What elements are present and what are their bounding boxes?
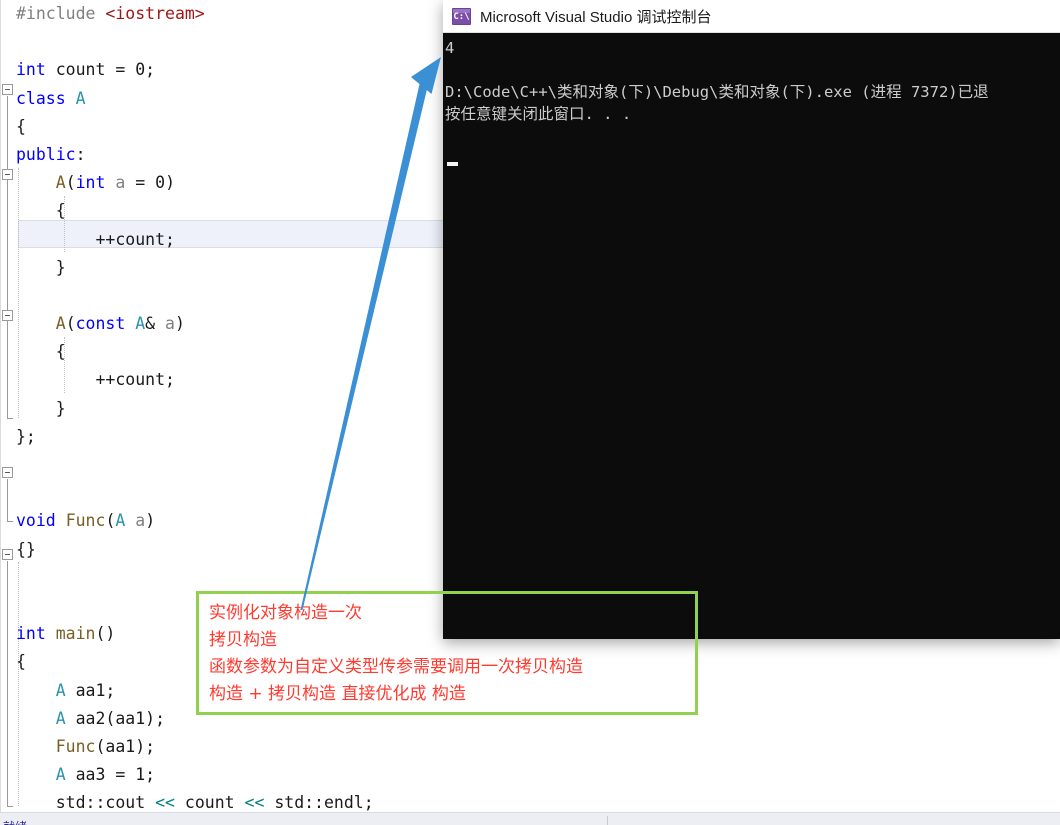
annotation-box: 实例化对象构造一次 拷贝构造 函数参数为自定义类型传参需要调用一次拷贝构造 构造… xyxy=(196,591,698,715)
fold-toggle-ctor-copy[interactable] xyxy=(2,310,13,321)
fold-toggle-class-a[interactable] xyxy=(2,84,13,95)
console-program-output: 4 xyxy=(445,39,455,57)
console-window[interactable]: C:\ Microsoft Visual Studio 调试控制台 4 D:\C… xyxy=(443,0,1060,639)
code-token: 0 xyxy=(135,60,146,80)
code-token: count xyxy=(174,793,245,812)
code-token: <iostream> xyxy=(105,4,205,23)
code-token: ; xyxy=(145,60,156,80)
screen: #include <iostream> int count = 0; class A… xyxy=(0,0,1060,825)
code-token: A xyxy=(55,314,66,334)
code-token: class xyxy=(16,88,66,108)
code-token: count = xyxy=(45,60,136,80)
code-token: { xyxy=(55,201,66,221)
code-token: std::endl; xyxy=(264,793,374,812)
code-token: = xyxy=(125,173,156,193)
code-token: () xyxy=(95,624,116,644)
code-token: public xyxy=(16,144,76,164)
code-line[interactable]: A aa3 = 1; xyxy=(16,761,1060,789)
code-token: }; xyxy=(16,426,36,446)
code-token: ( xyxy=(105,511,116,531)
status-bar: 就绪 xyxy=(0,812,1060,825)
code-token: & xyxy=(145,314,166,334)
code-token: { xyxy=(16,116,26,136)
annotation-line: 拷贝构造 xyxy=(209,630,277,650)
code-token: << xyxy=(155,793,175,812)
code-token: 0 xyxy=(155,173,166,193)
fold-bracket-end xyxy=(7,418,13,419)
fold-bracket-line xyxy=(7,96,8,418)
code-line[interactable]: std::cout << count << std::endl; xyxy=(16,789,1060,812)
code-line[interactable]: Func(aa1); xyxy=(16,733,1060,761)
fold-bracket-end xyxy=(7,806,13,807)
annotation-line: 实例化对象构造一次 xyxy=(209,603,362,623)
code-token: a xyxy=(115,173,126,193)
code-token: {} xyxy=(16,539,36,559)
code-token: ) xyxy=(145,511,156,531)
status-bar-divider xyxy=(607,816,608,825)
code-token: A xyxy=(55,765,66,785)
code-token: } xyxy=(55,398,66,418)
console-title-label: Microsoft Visual Studio 调试控制台 xyxy=(480,8,712,26)
code-token: Func xyxy=(55,736,96,756)
code-token: A xyxy=(55,173,66,193)
fold-toggle-main[interactable] xyxy=(2,549,13,560)
code-token: A xyxy=(75,88,86,108)
code-token: ( xyxy=(65,173,76,193)
fold-bracket-line xyxy=(7,479,8,521)
console-app-icon: C:\ xyxy=(452,7,471,25)
code-token: : xyxy=(75,144,86,164)
code-token: std::cout xyxy=(55,793,156,812)
fold-bracket-end xyxy=(7,521,13,522)
annotation-line: 函数参数为自定义类型传参需要调用一次拷贝构造 xyxy=(209,657,583,677)
annotation-line: 构造 + 拷贝构造 直接优化成 构造 xyxy=(209,684,466,704)
console-title-bar[interactable]: C:\ Microsoft Visual Studio 调试控制台 xyxy=(443,0,1060,33)
code-token: const xyxy=(75,314,126,334)
code-token: { xyxy=(16,652,26,672)
console-cursor xyxy=(447,162,458,166)
status-bar-label: 就绪 xyxy=(3,818,27,825)
code-token: aa1; xyxy=(65,680,116,700)
code-token: #include xyxy=(16,4,106,23)
code-token: A xyxy=(55,708,66,728)
fold-toggle-func[interactable] xyxy=(2,467,13,478)
code-token: ( xyxy=(65,314,76,334)
console-icon-label: C:\ xyxy=(453,12,470,22)
code-token: A xyxy=(55,680,66,700)
console-exit-message: D:\Code\C++\类和对象(下)\Debug\类和对象(下).exe (进… xyxy=(445,83,989,101)
code-token: A xyxy=(115,511,126,531)
code-token: << xyxy=(244,793,265,812)
code-token: (aa1); xyxy=(95,736,156,756)
console-prompt-message: 按任意键关闭此窗口. . . xyxy=(445,105,632,123)
code-token: a xyxy=(165,314,175,334)
code-token: ++count; xyxy=(95,370,175,390)
code-token: void xyxy=(16,511,56,531)
fold-gutter[interactable] xyxy=(0,0,16,812)
code-token: A xyxy=(135,314,146,334)
code-token: ) xyxy=(174,314,185,334)
code-token: } xyxy=(55,257,66,277)
code-token: 1 xyxy=(135,765,146,785)
code-token: int xyxy=(75,173,106,193)
code-token: ) xyxy=(165,173,175,193)
code-token: { xyxy=(55,342,66,362)
code-token: aa3 = xyxy=(65,765,136,785)
code-token: main xyxy=(55,624,96,644)
fold-bracket-line xyxy=(7,561,8,806)
code-token: aa2(aa1); xyxy=(65,708,166,728)
fold-toggle-ctor-default[interactable] xyxy=(2,169,13,180)
code-token: Func xyxy=(65,511,106,531)
code-token: ++count; xyxy=(95,229,175,249)
code-token: int xyxy=(16,60,46,80)
console-output-area[interactable]: 4 D:\Code\C++\类和对象(下)\Debug\类和对象(下).exe … xyxy=(443,33,1060,639)
code-token: a xyxy=(135,511,146,531)
code-token: ; xyxy=(145,765,156,785)
code-token: int xyxy=(16,624,46,644)
